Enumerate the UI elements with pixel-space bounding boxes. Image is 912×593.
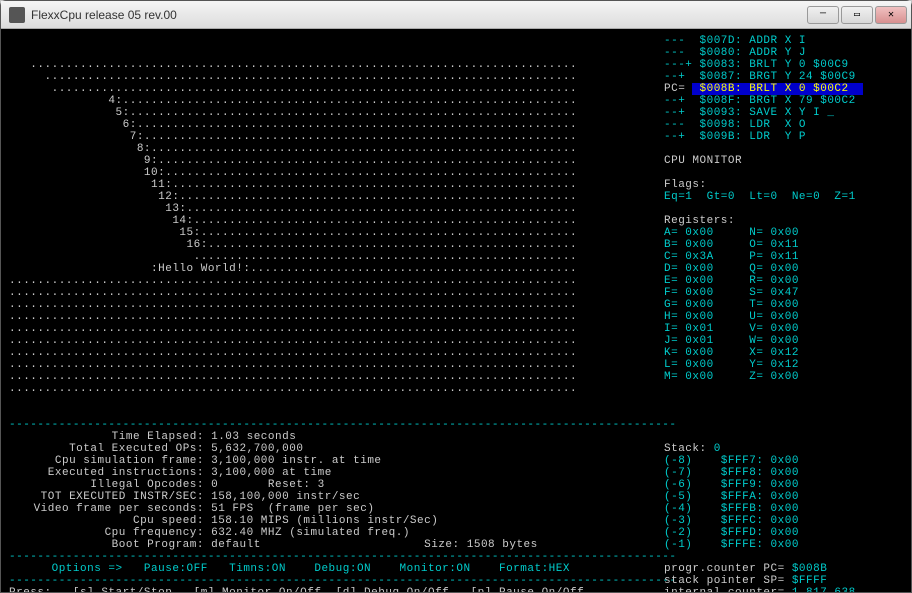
titlebar: FlexxCpu release 05 rev.00 ─ ▭ ✕ [1, 1, 911, 29]
window-title: FlexxCpu release 05 rev.00 [31, 8, 805, 22]
app-window: FlexxCpu release 05 rev.00 ─ ▭ ✕ .......… [0, 0, 912, 593]
cpu-monitor-panel: Stack: 0(-8) $FFF7: 0x00(-7) $FFF8: 0x00… [664, 431, 903, 592]
video-display: ........................................… [9, 59, 664, 395]
window-controls: ─ ▭ ✕ [805, 6, 907, 24]
maximize-button[interactable]: ▭ [841, 6, 873, 24]
console: ........................................… [1, 29, 911, 592]
divider: ----------------------------------------… [9, 419, 903, 431]
disassembly-panel: --- $007D: ADDR X I--- $0080: ADDR Y J--… [664, 35, 903, 419]
stats-panel: Time Elapsed: 1.03 secondsTotal Executed… [9, 431, 664, 592]
minimize-button[interactable]: ─ [807, 6, 839, 24]
close-button[interactable]: ✕ [875, 6, 907, 24]
app-icon [9, 7, 25, 23]
